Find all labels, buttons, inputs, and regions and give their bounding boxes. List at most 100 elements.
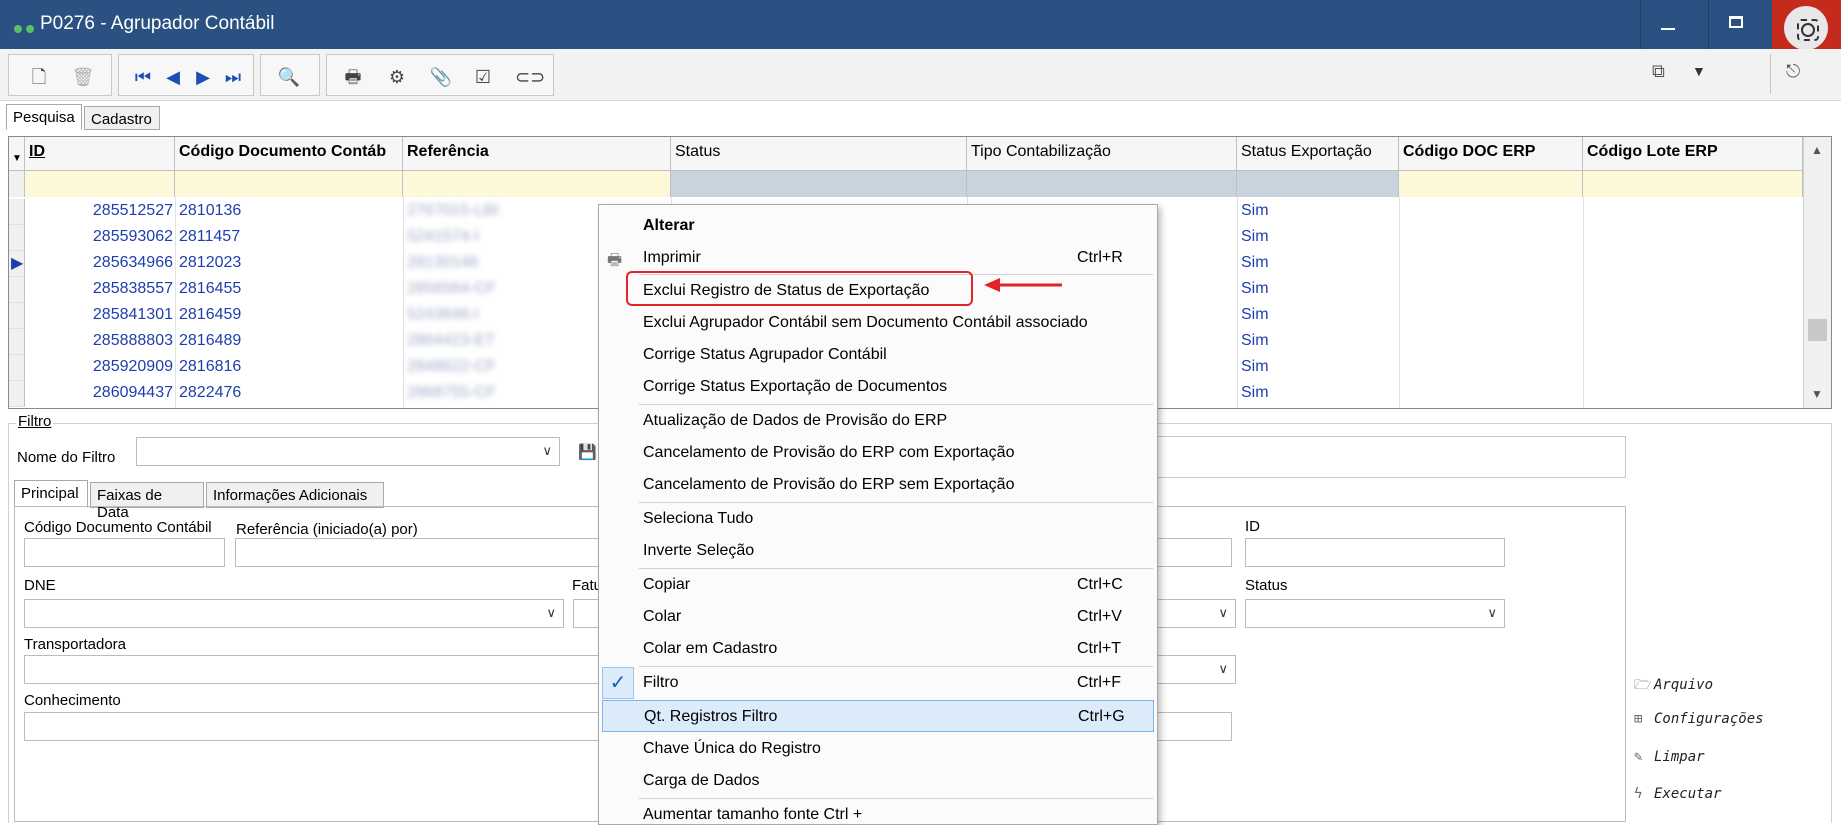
cell-referencia: 2864423-ET bbox=[407, 332, 496, 349]
scroll-down-icon[interactable]: ▼ bbox=[1809, 387, 1825, 403]
menu-item-label: Atualização de Dados de Provisão do ERP bbox=[643, 412, 948, 429]
row-marker bbox=[9, 329, 25, 355]
tab-principal[interactable]: Principal bbox=[14, 480, 88, 508]
cell-status-exp: Sim bbox=[1241, 202, 1269, 219]
filter-cell-referencia[interactable] bbox=[403, 171, 671, 197]
filter-name-select[interactable]: ∨ bbox=[136, 437, 560, 466]
col-header-id[interactable]: ID bbox=[25, 137, 175, 171]
exit-icon[interactable]: ⎋ bbox=[1786, 61, 1810, 87]
status-select[interactable]: ∨ bbox=[1245, 599, 1505, 628]
menu-item-aumentar-fonte[interactable]: Aumentar tamanho fonte Ctrl + bbox=[599, 799, 1157, 825]
prev-icon[interactable]: ◀ bbox=[161, 65, 185, 89]
print-icon[interactable]: 🖶 bbox=[341, 65, 365, 89]
search-icon[interactable]: 🔍 bbox=[277, 65, 301, 89]
extra-input-1[interactable] bbox=[1156, 538, 1232, 567]
row-marker bbox=[9, 225, 25, 251]
label-dne: DNE bbox=[24, 577, 56, 594]
folder-icon: 🗁 bbox=[1634, 677, 1652, 693]
check-icon[interactable]: ☑ bbox=[471, 65, 495, 89]
transportadora-input[interactable] bbox=[24, 655, 600, 684]
menu-item-inverte-selecao[interactable]: Inverte Seleção bbox=[599, 535, 1157, 567]
row-marker bbox=[9, 199, 25, 225]
attach-icon[interactable]: 📎 bbox=[429, 65, 453, 89]
executar-label: Executar bbox=[1654, 786, 1722, 802]
col-header-cod-doc-erp[interactable]: Código DOC ERP bbox=[1399, 137, 1583, 171]
grid-filter-toggle[interactable]: ▼ bbox=[9, 137, 25, 171]
fatu-input[interactable] bbox=[573, 599, 599, 628]
col-header-status-exp[interactable]: Status Exportação bbox=[1237, 137, 1399, 171]
menu-item-seleciona-tudo[interactable]: Seleciona Tudo bbox=[599, 503, 1157, 535]
extra-input-2[interactable] bbox=[1156, 712, 1232, 741]
label-id: ID bbox=[1245, 518, 1260, 535]
col-header-cod-lote-erp[interactable]: Código Lote ERP bbox=[1583, 137, 1803, 171]
menu-item-cancelamento-com-exportacao[interactable]: Cancelamento de Provisão do ERP com Expo… bbox=[599, 437, 1157, 469]
extra-select-2[interactable]: ∨ bbox=[1156, 655, 1236, 684]
row-marker bbox=[9, 355, 25, 381]
conhecimento-input[interactable] bbox=[24, 712, 600, 741]
menu-item-label: Colar bbox=[643, 608, 682, 625]
configuracoes-link[interactable]: ⊞ Configurações bbox=[1634, 711, 1764, 727]
menu-item-copiar[interactable]: Copiar Ctrl+C bbox=[599, 569, 1157, 601]
export-icon[interactable]: ⧉ bbox=[1652, 61, 1682, 89]
first-icon[interactable]: ⏮ bbox=[131, 65, 155, 89]
new-icon[interactable]: 🗋 bbox=[27, 65, 51, 89]
menu-item-imprimir[interactable]: 🖶 Imprimir Ctrl+R bbox=[599, 242, 1157, 274]
last-icon[interactable]: ⏭ bbox=[221, 65, 245, 89]
filter-cell-status-exp[interactable] bbox=[1237, 171, 1399, 197]
scroll-thumb[interactable] bbox=[1808, 319, 1827, 341]
link-icon[interactable]: ⊂⊃ bbox=[515, 65, 545, 89]
executar-link[interactable]: ϟ Executar bbox=[1634, 786, 1721, 802]
tab-pesquisa[interactable]: Pesquisa bbox=[6, 104, 82, 130]
maximize-button[interactable] bbox=[1708, 0, 1764, 49]
menu-item-exclui-agrupador[interactable]: Exclui Agrupador Contábil sem Documento … bbox=[599, 307, 1157, 339]
id-input[interactable] bbox=[1245, 538, 1505, 567]
menu-item-qt-registros-filtro[interactable]: Qt. Registros Filtro Ctrl+G bbox=[602, 700, 1154, 732]
menu-item-chave-unica[interactable]: Chave Única do Registro bbox=[599, 733, 1157, 765]
cell-codigo: 2816816 bbox=[179, 358, 242, 375]
filter-cell-id[interactable] bbox=[25, 171, 175, 197]
minimize-button[interactable] bbox=[1640, 0, 1696, 49]
menu-item-corrige-status-exportacao[interactable]: Corrige Status Exportação de Documentos bbox=[599, 371, 1157, 403]
arquivo-link[interactable]: 🗁 Arquivo bbox=[1634, 674, 1713, 698]
tab-faixas-data[interactable]: Faixas de Data bbox=[90, 482, 204, 521]
menu-item-atualizacao-provisao[interactable]: Atualização de Dados de Provisão do ERP bbox=[599, 405, 1157, 437]
col-header-referencia[interactable]: Referência bbox=[403, 137, 671, 171]
limpar-label: Limpar bbox=[1654, 749, 1705, 765]
menu-item-cancelamento-sem-exportacao[interactable]: Cancelamento de Provisão do ERP sem Expo… bbox=[599, 469, 1157, 501]
menu-item-colar-cadastro[interactable]: Colar em Cadastro Ctrl+T bbox=[599, 633, 1157, 665]
gear-icon[interactable]: ⚙ bbox=[385, 65, 409, 89]
menu-item-corrige-status-agrupador[interactable]: Corrige Status Agrupador Contábil bbox=[599, 339, 1157, 371]
col-header-status[interactable]: Status bbox=[671, 137, 967, 171]
col-header-tipo[interactable]: Tipo Contabilização bbox=[967, 137, 1237, 171]
menu-item-filtro[interactable]: ✓ Filtro Ctrl+F bbox=[599, 667, 1157, 699]
filter-cell-tipo[interactable] bbox=[967, 171, 1237, 197]
delete-icon[interactable]: 🗑 bbox=[71, 65, 95, 89]
menu-item-carga-dados[interactable]: Carga de Dados bbox=[599, 765, 1157, 797]
extra-select-1[interactable]: ∨ bbox=[1156, 599, 1236, 628]
menu-item-shortcut: Ctrl+F bbox=[1077, 674, 1121, 691]
filter-cell-codigo[interactable] bbox=[175, 171, 403, 197]
menu-item-colar[interactable]: Colar Ctrl+V bbox=[599, 601, 1157, 633]
cell-status-exp: Sim bbox=[1241, 306, 1269, 323]
limpar-link[interactable]: ✎ Limpar bbox=[1634, 749, 1705, 765]
eraser-icon: ✎ bbox=[1634, 749, 1643, 765]
cell-id: 286094437 bbox=[92, 384, 173, 401]
codigo-doc-input[interactable] bbox=[24, 538, 225, 567]
next-icon[interactable]: ▶ bbox=[191, 65, 215, 89]
col-header-codigo[interactable]: Código Documento Contáb bbox=[175, 137, 403, 171]
dne-select[interactable]: ∨ bbox=[24, 599, 564, 628]
filter-cell-cod-doc-erp[interactable] bbox=[1399, 171, 1583, 197]
dropdown-icon[interactable]: ▼ bbox=[1692, 63, 1712, 83]
grid-scrollbar[interactable]: ▲ ▼ bbox=[1803, 137, 1831, 408]
referencia-input[interactable] bbox=[235, 538, 599, 567]
filter-cell-cod-lote-erp[interactable] bbox=[1583, 171, 1803, 197]
cell-id: 285841301 bbox=[92, 306, 173, 323]
save-filter-icon[interactable]: 💾 bbox=[578, 443, 597, 461]
menu-item-alterar[interactable]: Alterar bbox=[599, 210, 1157, 242]
tab-info-adicionais[interactable]: Informações Adicionais bbox=[206, 482, 384, 508]
filter-cell-status[interactable] bbox=[671, 171, 967, 197]
scroll-up-icon[interactable]: ▲ bbox=[1809, 143, 1825, 159]
tab-cadastro[interactable]: Cadastro bbox=[84, 106, 160, 130]
screen-capture-icon[interactable] bbox=[1784, 6, 1828, 50]
cell-referencia: 2848622-CF bbox=[407, 358, 496, 375]
